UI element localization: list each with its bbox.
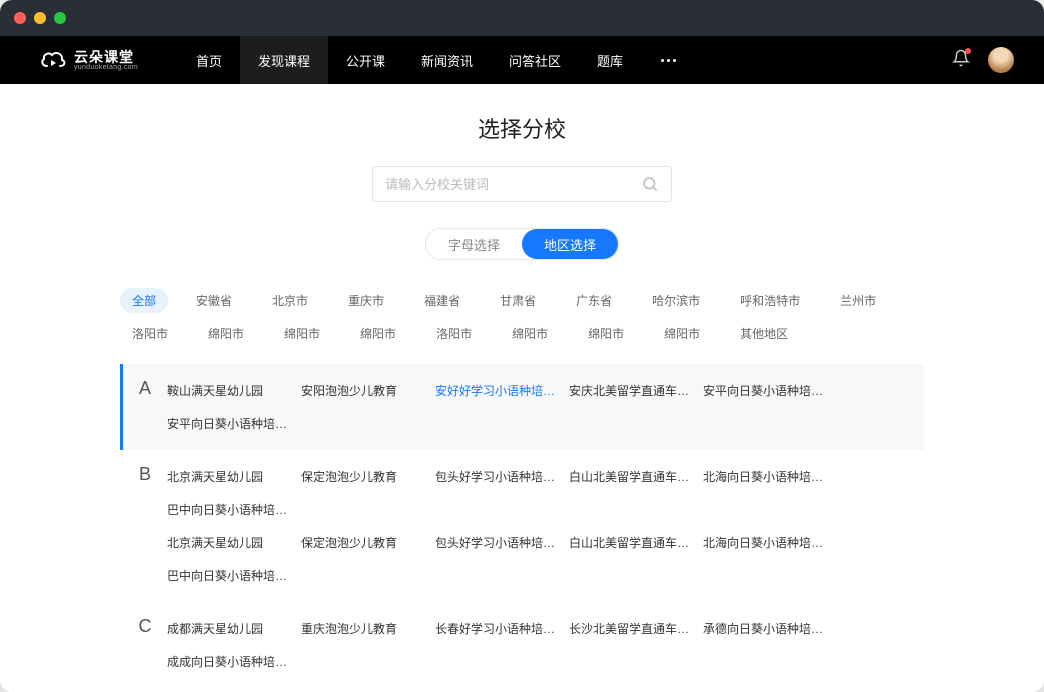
nav-item[interactable]: 公开课 (328, 36, 403, 84)
letter-group: B北京满天星幼儿园保定泡泡少儿教育包头好学习小语种培训班白山北美留学直通车分校北… (120, 450, 924, 602)
letter-label: C (123, 602, 167, 688)
region-tag[interactable]: 安徽省 (184, 288, 244, 313)
nav-menu: 首页发现课程公开课新闻资讯问答社区题库 (178, 36, 641, 84)
school-item[interactable]: 包头好学习小语种培训班 (435, 460, 565, 493)
region-tag[interactable]: 绵阳市 (500, 321, 560, 346)
school-item[interactable]: 安阳泡泡少儿教育 (301, 374, 431, 407)
region-tag[interactable]: 全部 (120, 288, 168, 313)
school-item[interactable]: 巴中向日葵小语种培训班 (167, 559, 297, 592)
region-tag[interactable]: 洛阳市 (120, 321, 180, 346)
nav-item[interactable]: 问答社区 (491, 36, 579, 84)
school-item[interactable]: 安好好学习小语种培训班 (435, 374, 565, 407)
letter-label: A (123, 364, 167, 450)
logo-subtitle: yunduoketang.com (74, 64, 138, 71)
region-tag[interactable]: 甘肃省 (488, 288, 548, 313)
app-window: 云朵课堂 yunduoketang.com 首页发现课程公开课新闻资讯问答社区题… (0, 0, 1044, 692)
school-item[interactable]: 长沙北美留学直通车分校 (569, 612, 699, 645)
window-controls (14, 12, 66, 24)
nav-item[interactable]: 发现课程 (240, 36, 328, 84)
nav-item[interactable]: 题库 (579, 36, 641, 84)
region-tag[interactable]: 绵阳市 (576, 321, 636, 346)
school-item[interactable]: 长春好学习小语种培训班 (435, 612, 565, 645)
school-item[interactable]: 包头好学习小语种培训班 (435, 526, 565, 559)
letter-label: D (123, 688, 167, 692)
cloud-logo-icon (40, 49, 66, 71)
region-tag[interactable]: 广东省 (564, 288, 624, 313)
search-icon[interactable] (641, 175, 659, 193)
letter-group: A鞍山满天星幼儿园安阳泡泡少儿教育安好好学习小语种培训班安庆北美留学直通车分校安… (120, 364, 924, 450)
school-item[interactable]: 安平向日葵小语种培训班 (167, 407, 297, 440)
filter-toggle: 字母选择地区选择 (425, 228, 619, 260)
page-title: 选择分校 (0, 112, 1044, 144)
notification-badge (965, 48, 971, 54)
search-input[interactable] (385, 177, 641, 192)
close-window-button[interactable] (14, 12, 26, 24)
school-item[interactable]: 北京满天星幼儿园 (167, 460, 297, 493)
school-item[interactable]: 北海向日葵小语种培训班 (703, 460, 833, 493)
nav-more-button[interactable] (641, 59, 695, 62)
logo[interactable]: 云朵课堂 yunduoketang.com (40, 49, 138, 71)
school-item[interactable]: 安平向日葵小语种培训班 (703, 374, 833, 407)
toggle-option[interactable]: 地区选择 (522, 229, 618, 259)
mac-titlebar (0, 0, 1044, 36)
school-item[interactable]: 保定泡泡少儿教育 (301, 526, 431, 559)
search-box (372, 166, 672, 202)
letter-label: B (123, 450, 167, 602)
logo-title: 云朵课堂 (74, 50, 138, 64)
region-tag[interactable]: 绵阳市 (652, 321, 712, 346)
main-content: 选择分校 字母选择地区选择 全部安徽省北京市重庆市福建省甘肃省广东省哈尔滨市呼和… (0, 84, 1044, 692)
maximize-window-button[interactable] (54, 12, 66, 24)
region-tag[interactable]: 呼和浩特市 (728, 288, 812, 313)
school-item[interactable]: 白山北美留学直通车分校 (569, 460, 699, 493)
region-tag[interactable]: 福建省 (412, 288, 472, 313)
toggle-option[interactable]: 字母选择 (426, 229, 522, 259)
school-item[interactable]: 承德向日葵小语种培训班 (703, 612, 833, 645)
school-item[interactable]: 北海向日葵小语种培训班 (703, 526, 833, 559)
school-list: A鞍山满天星幼儿园安阳泡泡少儿教育安好好学习小语种培训班安庆北美留学直通车分校安… (0, 364, 1044, 692)
region-filter: 全部安徽省北京市重庆市福建省甘肃省广东省哈尔滨市呼和浩特市兰州市洛阳市绵阳市绵阳… (0, 288, 1044, 346)
school-item[interactable]: 北京满天星幼儿园 (167, 526, 297, 559)
region-tag[interactable]: 北京市 (260, 288, 320, 313)
school-item[interactable]: 重庆泡泡少儿教育 (301, 612, 431, 645)
minimize-window-button[interactable] (34, 12, 46, 24)
school-item[interactable]: 保定泡泡少儿教育 (301, 460, 431, 493)
region-tag[interactable]: 其他地区 (728, 321, 800, 346)
region-tag[interactable]: 绵阳市 (196, 321, 256, 346)
region-tag[interactable]: 洛阳市 (424, 321, 484, 346)
region-tag[interactable]: 重庆市 (336, 288, 396, 313)
region-tag[interactable]: 兰州市 (828, 288, 888, 313)
region-tag[interactable]: 绵阳市 (272, 321, 332, 346)
notifications-button[interactable] (952, 49, 970, 72)
school-item[interactable]: 成成向日葵小语种培训班 (167, 645, 297, 678)
region-tag[interactable]: 绵阳市 (348, 321, 408, 346)
top-navigation: 云朵课堂 yunduoketang.com 首页发现课程公开课新闻资讯问答社区题… (0, 36, 1044, 84)
school-item[interactable]: 白山北美留学直通车分校 (569, 526, 699, 559)
letter-group: C成都满天星幼儿园重庆泡泡少儿教育长春好学习小语种培训班长沙北美留学直通车分校承… (120, 602, 924, 688)
school-item[interactable]: 鞍山满天星幼儿园 (167, 374, 297, 407)
user-avatar[interactable] (988, 47, 1014, 73)
school-item[interactable]: 成都满天星幼儿园 (167, 612, 297, 645)
nav-item[interactable]: 首页 (178, 36, 240, 84)
region-tag[interactable]: 哈尔滨市 (640, 288, 712, 313)
school-item[interactable]: 安庆北美留学直通车分校 (569, 374, 699, 407)
nav-item[interactable]: 新闻资讯 (403, 36, 491, 84)
school-item[interactable]: 巴中向日葵小语种培训班 (167, 493, 297, 526)
letter-group: D大同满天星幼儿园丹东泡泡少儿教育大连好学习小语种培训班大洋北美留学直通车分校达… (120, 688, 924, 692)
